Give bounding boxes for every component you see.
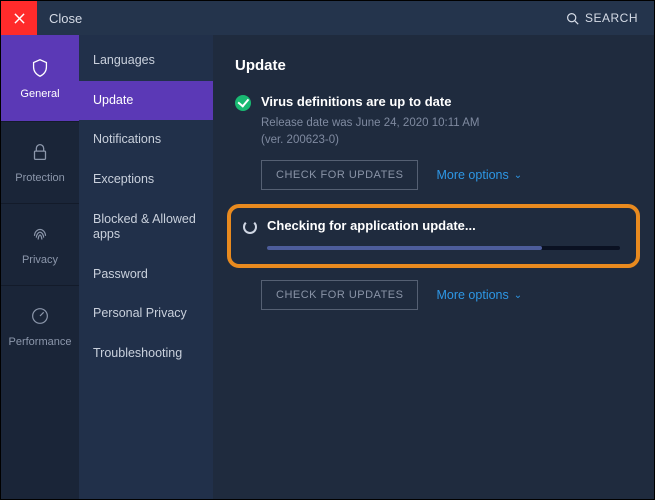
sidebar-tab-label: Protection [15,172,65,184]
sidebar-tab-performance[interactable]: Performance [1,285,79,367]
more-options-virus[interactable]: More options ⌄ [436,168,522,182]
more-options-label: More options [436,168,508,182]
search-button[interactable]: SEARCH [566,1,654,35]
sub-item-update[interactable]: Update [79,81,213,121]
page-title: Update [235,57,640,74]
sub-item-exceptions[interactable]: Exceptions [79,160,213,200]
more-options-app[interactable]: More options ⌄ [436,288,522,302]
close-icon [14,13,25,24]
check-updates-app-button[interactable]: CHECK FOR UPDATES [261,280,418,310]
sidebar-tab-label: Privacy [22,254,58,266]
more-options-label: More options [436,288,508,302]
virus-status-text: Virus definitions are up to date [261,94,451,109]
progress-fill [267,246,542,250]
sub-item-notifications[interactable]: Notifications [79,120,213,160]
shield-icon [29,57,51,79]
settings-window: Close SEARCH General Protect [0,0,655,500]
app-update-progress [267,246,620,250]
titlebar: Close SEARCH [1,1,654,35]
sidebar-tab-label: Performance [9,336,72,348]
check-updates-virus-button[interactable]: CHECK FOR UPDATES [261,160,418,190]
lock-icon [29,141,51,163]
sidebar-tab-general[interactable]: General [1,35,79,121]
status-ok-icon [235,95,251,111]
sidebar-tab-label: General [20,88,59,100]
fingerprint-icon [29,223,51,245]
sub-item-password[interactable]: Password [79,255,213,295]
primary-sidebar: General Protection Privacy [1,35,79,499]
app-status-text: Checking for application update... [267,218,476,233]
sub-item-troubleshooting[interactable]: Troubleshooting [79,334,213,374]
sub-item-languages[interactable]: Languages [79,41,213,81]
virus-definitions-section: Virus definitions are up to date Release… [235,94,640,190]
sidebar-tab-protection[interactable]: Protection [1,121,79,203]
close-label: Close [37,1,82,35]
sub-item-blocked-allowed[interactable]: Blocked & Allowed apps [79,200,213,255]
close-button[interactable] [1,1,37,35]
gauge-icon [29,305,51,327]
secondary-sidebar: Languages Update Notifications Exception… [79,35,213,499]
content-panel: Update Virus definitions are up to date … [213,35,654,499]
sidebar-tab-privacy[interactable]: Privacy [1,203,79,285]
sub-item-personal-privacy[interactable]: Personal Privacy [79,294,213,334]
chevron-down-icon: ⌄ [514,170,522,181]
virus-release-line: Release date was June 24, 2020 10:11 AM [261,115,640,132]
search-label: SEARCH [585,11,638,25]
virus-version-line: (ver. 200623-0) [261,132,640,149]
app-update-highlight: Checking for application update... [227,204,640,268]
main-area: General Protection Privacy [1,35,654,499]
chevron-down-icon: ⌄ [514,290,522,301]
spinner-icon [243,220,257,234]
search-icon [566,12,579,25]
